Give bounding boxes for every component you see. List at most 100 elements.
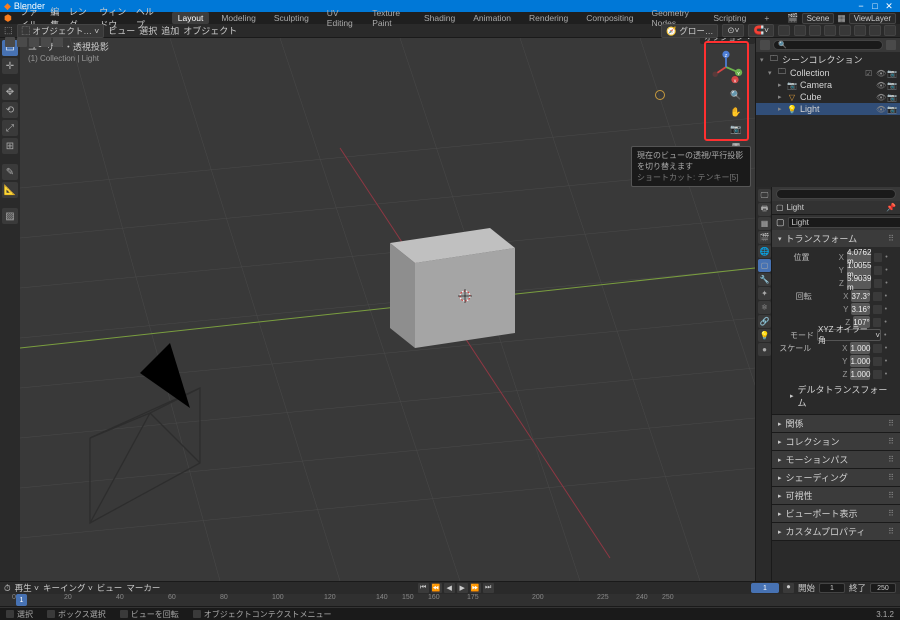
panel-visibility[interactable]: ▸可視性⠿: [772, 487, 900, 504]
ptab-material[interactable]: ●: [758, 343, 771, 356]
editor-type-icon[interactable]: ⬚: [4, 25, 13, 36]
tool-measure[interactable]: 📐: [2, 182, 18, 198]
panel-delta-transform[interactable]: ▸デルタトランスフォーム: [778, 381, 894, 411]
snap-dropdown[interactable]: 🧲˅: [748, 24, 774, 37]
xray-toggle[interactable]: [824, 25, 836, 36]
ptab-constraints[interactable]: 🔗: [758, 315, 771, 328]
outliner-item-cube[interactable]: ▸▽Cube 👁📷: [756, 91, 900, 103]
viewport-options-dropdown[interactable]: オプション ˅: [700, 38, 755, 44]
viewlayer-name[interactable]: ViewLayer: [849, 13, 896, 24]
outliner-editor-icon[interactable]: [760, 40, 770, 50]
toolstrip-menu-add[interactable]: 追加: [161, 24, 179, 37]
collection-exclude-icon[interactable]: ☑: [865, 69, 874, 78]
outliner-filter-icon[interactable]: [886, 40, 896, 50]
eye-icon[interactable]: 👁: [876, 105, 885, 114]
workspace-shading[interactable]: Shading: [418, 12, 461, 24]
show-gizmo-icon[interactable]: [17, 37, 27, 47]
lock-icon[interactable]: [873, 370, 881, 379]
outliner-scene-collection[interactable]: ▾🗀シーンコレクション: [756, 52, 900, 67]
outliner[interactable]: ▾🗀シーンコレクション ▾🗀Collection ☑👁📷 ▸📷Camera 👁📷…: [756, 52, 900, 187]
outliner-collection[interactable]: ▾🗀Collection ☑👁📷: [756, 67, 900, 79]
cube-object[interactable]: [390, 228, 515, 348]
render-icon[interactable]: 📷: [887, 105, 896, 114]
panel-collections[interactable]: ▸コレクション⠿: [772, 433, 900, 450]
panel-relations[interactable]: ▸関係⠿: [772, 415, 900, 432]
panel-motionpath[interactable]: ▸モーションパス⠿: [772, 451, 900, 468]
tool-annotate[interactable]: ✎: [2, 164, 18, 180]
maximize-button[interactable]: □: [868, 1, 882, 11]
timeline-menu-keying[interactable]: キーイング ˅: [43, 582, 93, 594]
workspace-animation[interactable]: Animation: [467, 12, 517, 24]
shading-mode-icon[interactable]: [29, 37, 39, 47]
toolstrip-menu-view[interactable]: ビュー: [108, 24, 135, 37]
panel-shading[interactable]: ▸シェーディング⠿: [772, 469, 900, 486]
auto-keying-icon[interactable]: ⏺: [783, 583, 794, 593]
tool-transform[interactable]: ⊞: [2, 138, 18, 154]
ptab-render[interactable]: 🖵: [758, 189, 771, 202]
timeline-editor-icon[interactable]: ⏱: [4, 583, 11, 594]
overlay-toggle[interactable]: [809, 25, 821, 36]
workspace-modeling[interactable]: Modeling: [215, 12, 262, 24]
outliner-item-camera[interactable]: ▸📷Camera 👁📷: [756, 79, 900, 91]
nav-gizmo[interactable]: X Y Z: [707, 48, 745, 86]
orientation-dropdown[interactable]: 🧭 グロー…: [661, 24, 718, 38]
shading-wire[interactable]: [839, 25, 851, 36]
ptab-particles[interactable]: ✦: [758, 287, 771, 300]
jump-end-icon[interactable]: ⏭: [483, 583, 494, 593]
eye-icon[interactable]: 👁: [876, 69, 885, 78]
tool-scale[interactable]: ⤢: [2, 120, 18, 136]
ptab-output[interactable]: 🖶: [758, 203, 771, 216]
wireframe-icon[interactable]: [41, 37, 51, 47]
workspace-sculpting[interactable]: Sculpting: [268, 12, 315, 24]
proportional-edit-button[interactable]: [778, 25, 790, 36]
workspace-compositing[interactable]: Compositing: [580, 12, 639, 24]
workspace-scripting[interactable]: Scripting: [707, 12, 752, 24]
timeline-menu-marker[interactable]: マーカー: [126, 582, 160, 594]
keyframe-next-icon[interactable]: ⏩: [470, 583, 481, 593]
keyframe-prev-icon[interactable]: ⏪: [431, 583, 442, 593]
breadcrumb-object[interactable]: Light: [787, 203, 804, 212]
lock-icon[interactable]: [873, 292, 881, 301]
close-button[interactable]: ✕: [882, 1, 896, 12]
lock-icon[interactable]: [874, 266, 882, 275]
workspace-rendering[interactable]: Rendering: [523, 12, 574, 24]
outliner-item-light[interactable]: ▸💡Light 👁📷: [756, 103, 900, 115]
lock-icon[interactable]: [874, 253, 882, 262]
render-icon[interactable]: 📷: [887, 69, 896, 78]
lock-icon[interactable]: [873, 357, 881, 366]
shading-rendered[interactable]: [884, 25, 896, 36]
nav-pan-icon[interactable]: ✋: [729, 105, 743, 119]
toolstrip-menu-object[interactable]: オブジェクト: [183, 24, 237, 37]
workspace-texturepaint[interactable]: Texture Paint: [366, 7, 412, 29]
loc-z-input[interactable]: 5.9039 m: [847, 277, 871, 289]
solid-icon[interactable]: [53, 37, 63, 47]
eye-icon[interactable]: 👁: [876, 81, 885, 90]
panel-viewport-display[interactable]: ▸ビューポート表示⠿: [772, 505, 900, 522]
properties-search-input[interactable]: [776, 189, 896, 199]
ptab-viewlayer[interactable]: ▦: [758, 217, 771, 230]
current-frame[interactable]: 1: [751, 583, 779, 593]
workspace-uvediting[interactable]: UV Editing: [321, 7, 360, 29]
workspace-add[interactable]: +: [758, 12, 775, 24]
render-icon[interactable]: 📷: [887, 81, 896, 90]
panel-custom-properties[interactable]: ▸カスタムプロパティ⠿: [772, 523, 900, 540]
rotation-mode-dropdown[interactable]: XYZ オイラー角 ˅: [817, 329, 881, 341]
tool-move[interactable]: ✥: [2, 84, 18, 100]
scale-x-input[interactable]: 1.000: [850, 342, 870, 354]
nav-zoom-icon[interactable]: 🔍: [729, 88, 743, 102]
timeline-ruler[interactable]: 1 02040608010012014015016017520022524025…: [0, 594, 900, 606]
shading-matpreview[interactable]: [869, 25, 881, 36]
rot-x-input[interactable]: 37.3°: [851, 290, 870, 302]
viewport-3d[interactable]: ユーザー・透視投影 (1) Collection | Light オプション ˅…: [20, 38, 755, 581]
ptab-data[interactable]: 💡: [758, 329, 771, 342]
toolstrip-menu-select[interactable]: 選択: [139, 24, 157, 37]
timeline-playhead[interactable]: 1: [16, 594, 27, 606]
lock-icon[interactable]: [873, 344, 881, 353]
rot-y-input[interactable]: 3.16°: [851, 303, 870, 315]
nav-camera-icon[interactable]: 📷: [729, 122, 743, 136]
jump-start-icon[interactable]: ⏮: [418, 583, 429, 593]
timeline-menu-play[interactable]: 再生 ˅: [15, 582, 39, 594]
ptab-modifiers[interactable]: 🔧: [758, 273, 771, 286]
object-name-input[interactable]: [788, 217, 900, 228]
scale-z-input[interactable]: 1.000: [850, 368, 870, 380]
